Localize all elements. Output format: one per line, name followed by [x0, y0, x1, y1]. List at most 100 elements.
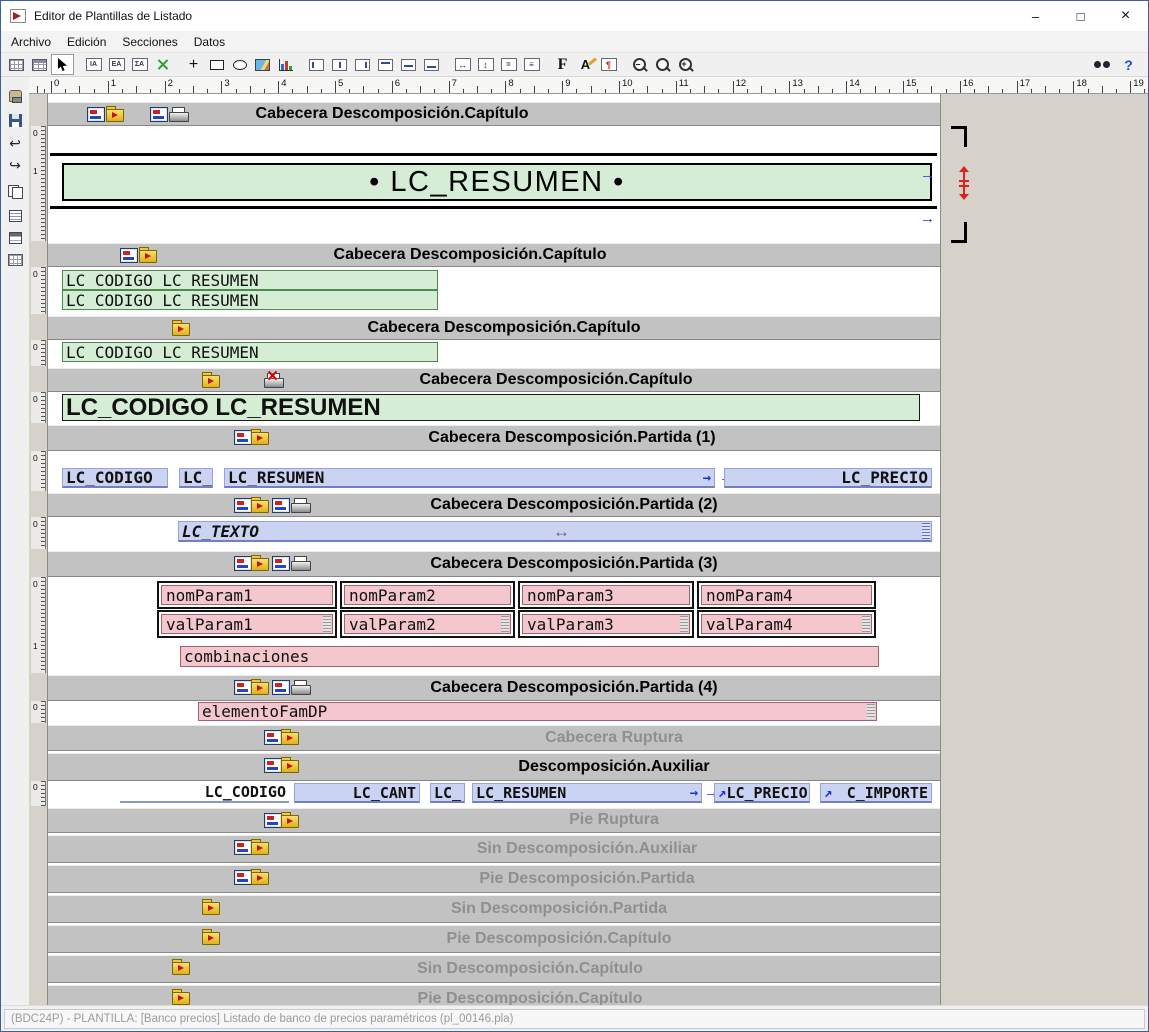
printer-icon[interactable]	[291, 556, 311, 571]
align-left-icon[interactable]	[305, 54, 328, 75]
table-icon[interactable]	[28, 54, 51, 75]
cursor-icon[interactable]	[51, 54, 74, 75]
same-width-icon[interactable]: ↔	[451, 54, 474, 75]
field[interactable]: valParam1	[161, 614, 333, 634]
folder-icon[interactable]	[281, 757, 299, 773]
fit-width-icon[interactable]: =	[497, 54, 520, 75]
section-band[interactable]: Pie Descomposición.Partida	[48, 863, 940, 893]
zoom-in-icon[interactable]: +	[674, 54, 697, 75]
align-middle-icon[interactable]	[397, 54, 420, 75]
section-band[interactable]: Cabecera Descomposición.Partida (1)	[48, 423, 940, 451]
param-cell[interactable]: nomParam2	[340, 581, 515, 609]
chart-icon[interactable]	[274, 54, 297, 75]
folder-icon[interactable]	[172, 989, 190, 1005]
field-text-icon[interactable]: IA	[82, 54, 105, 75]
format-icon[interactable]: ¶	[597, 54, 620, 75]
section-content[interactable]: nomParam1 nomParam2 nomParam3 nomParam4 valP…	[48, 577, 940, 673]
section-band[interactable]: Cabecera Descomposición.Capítulo	[48, 314, 940, 340]
grid-icon[interactable]	[264, 758, 282, 773]
ellipse-icon[interactable]	[228, 54, 251, 75]
section-content[interactable]: LC_TEXTO ↔	[48, 517, 940, 549]
section-band[interactable]: Sin Descomposición.Auxiliar	[48, 833, 940, 863]
zoom-out-icon[interactable]: –	[628, 54, 651, 75]
field[interactable]: LC_	[179, 468, 213, 488]
folder-icon[interactable]	[172, 959, 190, 975]
rectangle-icon[interactable]	[205, 54, 228, 75]
folder-icon[interactable]	[251, 839, 269, 855]
section-band[interactable]: Sin Descomposición.Partida	[48, 893, 940, 923]
plus-icon[interactable]: +	[182, 54, 205, 75]
menu-item-2[interactable]: Secciones	[114, 33, 185, 51]
close-button[interactable]: ×	[1103, 1, 1148, 31]
clipart-icon[interactable]	[151, 54, 174, 75]
folder-icon[interactable]	[251, 869, 269, 885]
folder-icon[interactable]	[251, 555, 269, 571]
align-right-icon[interactable]	[351, 54, 374, 75]
grid-icon[interactable]	[264, 730, 282, 745]
report-icon[interactable]	[4, 227, 26, 248]
align-top-icon[interactable]	[374, 54, 397, 75]
redo-icon[interactable]: ↪	[4, 155, 26, 176]
grid-icon[interactable]	[234, 498, 252, 513]
param-cell[interactable]: valParam2	[340, 610, 515, 638]
field[interactable]: LC_CODIGO	[120, 783, 289, 803]
section-content[interactable]: LC_CODIGO LC_RESUMEN	[48, 392, 940, 423]
minimize-button[interactable]: –	[1013, 1, 1058, 31]
hand-icon[interactable]	[4, 85, 26, 106]
printer-x-icon[interactable]: ×	[264, 367, 284, 388]
param-cell[interactable]: valParam3	[518, 610, 694, 638]
margin-bracket-bottom-icon[interactable]	[951, 222, 967, 243]
grid-icon[interactable]	[234, 870, 252, 885]
list-icon[interactable]	[4, 205, 26, 226]
align-center-icon[interactable]	[328, 54, 351, 75]
field[interactable]: LC_CODIGO LC_RESUMEN	[62, 290, 438, 310]
field[interactable]: LC_RESUMEN →	[472, 783, 702, 803]
field[interactable]: valParam4	[701, 614, 872, 634]
image-icon[interactable]	[251, 54, 274, 75]
param-cell[interactable]: nomParam1	[157, 581, 337, 609]
folder-icon[interactable]	[251, 429, 269, 445]
section-content[interactable]: LC_CODIGO LC_RESUMEN	[48, 340, 940, 366]
grid-icon[interactable]	[234, 840, 252, 855]
grid-small-icon[interactable]	[4, 249, 26, 270]
grid-icon[interactable]	[272, 680, 290, 695]
field[interactable]: LC_	[430, 783, 465, 803]
section-band[interactable]: × Cabecera Descomposición.Capítulo	[48, 366, 940, 392]
folder-icon[interactable]	[202, 899, 220, 915]
maximize-button[interactable]: □	[1058, 1, 1103, 31]
param-cell[interactable]: valParam4	[697, 610, 876, 638]
zoom-normal-icon[interactable]	[651, 54, 674, 75]
copy-icon[interactable]	[4, 181, 26, 202]
grid-icon[interactable]	[5, 54, 28, 75]
field-banner[interactable]: • LC_RESUMEN •	[62, 163, 932, 201]
grid-icon[interactable]	[272, 556, 290, 571]
field[interactable]: valParam2	[344, 614, 511, 634]
section-band[interactable]: Pie Ruptura	[48, 806, 940, 833]
section-content[interactable]: LC_CODIGO LC_RESUMEN LC_CODIGO LC_RESUMEN	[48, 267, 940, 314]
save-icon[interactable]	[4, 110, 26, 131]
field[interactable]: nomParam2	[344, 585, 511, 605]
field[interactable]: LC_CODIGO LC_RESUMEN	[62, 394, 920, 421]
section-content[interactable]: elementoFamDP	[48, 701, 940, 723]
param-cell[interactable]: valParam1	[157, 610, 337, 638]
grid-icon[interactable]	[234, 556, 252, 571]
field[interactable]: nomParam1	[161, 585, 333, 605]
help-icon[interactable]: ?	[1117, 54, 1140, 75]
folder-icon[interactable]	[202, 372, 220, 388]
page-height-marker-icon[interactable]	[957, 166, 971, 200]
menu-item-0[interactable]: Archivo	[3, 33, 59, 51]
field[interactable]: LC_CODIGO	[62, 468, 168, 488]
section-band[interactable]: Cabecera Descomposición.Partida (2)	[48, 491, 940, 517]
template-page[interactable]: Cabecera Descomposición.Capítulo • LC_RES…	[47, 94, 941, 1005]
grid-icon[interactable]	[272, 498, 290, 513]
grid-icon[interactable]	[120, 248, 138, 263]
section-band[interactable]: Sin Descomposición.Capítulo	[48, 953, 940, 983]
field[interactable]: combinaciones	[180, 646, 879, 667]
menu-item-1[interactable]: Edición	[59, 33, 114, 51]
section-band[interactable]: Descomposición.Auxiliar	[48, 751, 940, 781]
font-icon[interactable]: F	[551, 54, 574, 75]
field[interactable]: valParam3	[522, 614, 690, 634]
folder-icon[interactable]	[106, 106, 124, 122]
font-style-icon[interactable]: A	[574, 54, 597, 75]
undo-icon[interactable]: ↩	[4, 133, 26, 154]
